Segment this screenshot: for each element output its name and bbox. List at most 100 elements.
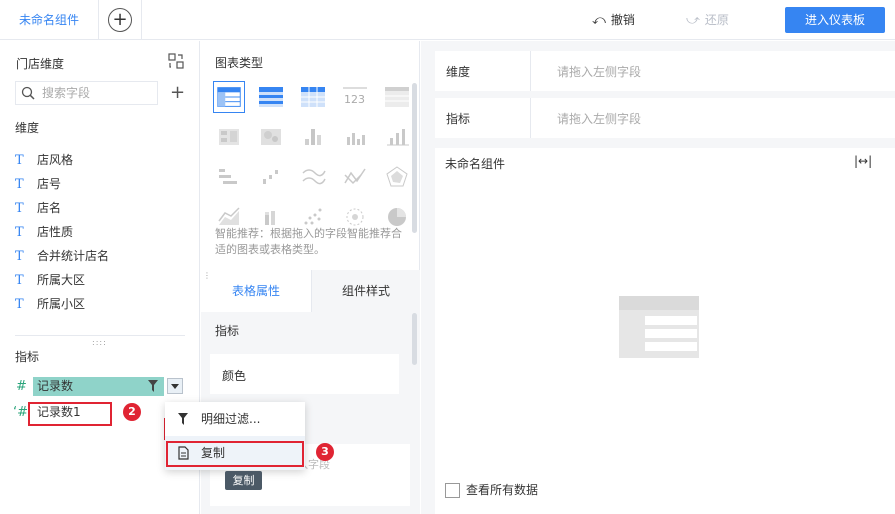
component-canvas: 未命名组件 |↔| 查看所有数据 — [435, 148, 895, 514]
measure-label: 记录数 — [37, 379, 74, 393]
chart-type-group-table-icon[interactable] — [255, 81, 287, 113]
chart-type-polyline-icon[interactable] — [339, 161, 371, 193]
caret-down-icon — [171, 384, 179, 389]
menu-item-detail-filter[interactable]: 明细过滤... — [165, 402, 305, 436]
add-field-button[interactable]: + — [170, 84, 185, 102]
dimension-row-label: 维度 — [446, 65, 471, 79]
dimension-item[interactable]: T 店名 — [15, 196, 185, 220]
chart-type-dot-bar-icon[interactable] — [255, 161, 287, 193]
svg-text:123: 123 — [344, 93, 365, 106]
property-tabs: 表格属性 组件样式 — [201, 270, 420, 312]
redo-icon: ⤻ — [686, 13, 700, 28]
chart-type-heatmap-icon[interactable] — [255, 121, 287, 153]
filter-icon — [178, 413, 188, 425]
dimension-item[interactable]: T 店风格 — [15, 148, 185, 172]
chart-type-range-bar-icon[interactable] — [213, 161, 245, 193]
add-tab-button[interactable]: + — [108, 8, 132, 32]
dimension-label: 店风格 — [37, 153, 74, 167]
step-badge-2: 2 — [123, 403, 141, 421]
dataset-title: 门店维度 — [16, 57, 65, 71]
app-root: 未命名组件 + ⤺ 撤销 ⤻ 还原 进入仪表板 门店维度 + 维度 T 店风格 — [0, 0, 895, 514]
expand-width-icon[interactable]: |↔| — [854, 154, 872, 168]
drag-grip-icon[interactable]: ⋮ — [203, 271, 211, 280]
search-input[interactable] — [42, 84, 152, 102]
search-icon — [21, 86, 35, 100]
component-title: 未命名组件 — [445, 157, 506, 171]
dimension-item[interactable]: T 所属小区 — [15, 292, 185, 316]
view-all-label: 查看所有数据 — [466, 483, 539, 497]
redo-button[interactable]: ⤻ 还原 — [686, 11, 729, 28]
enter-dashboard-button[interactable]: 进入仪表板 — [785, 7, 885, 33]
measure-placeholder: 请拖入左侧字段 — [557, 112, 642, 126]
dimension-drop-row[interactable]: 维度 请拖入左侧字段 — [435, 51, 895, 91]
chart-type-line-icon[interactable] — [297, 161, 329, 193]
text-type-icon: T — [15, 273, 24, 288]
empty-table-placeholder-icon — [619, 296, 699, 358]
text-type-icon: T — [15, 249, 24, 264]
property-measure-label: 指标 — [215, 324, 240, 338]
dimension-placeholder: 请拖入左侧字段 — [557, 65, 642, 79]
measure-item-record-count[interactable]: 记录数 — [33, 377, 164, 396]
dimension-item[interactable]: T 店性质 — [15, 220, 185, 244]
tab-divider — [141, 0, 142, 40]
measure-drop-row[interactable]: 指标 请拖入左侧字段 — [435, 98, 895, 138]
filter-icon[interactable] — [148, 380, 158, 392]
text-type-icon: T — [15, 201, 24, 216]
text-type-icon: T — [15, 177, 24, 192]
property-scrollbar[interactable] — [412, 313, 417, 365]
switch-dataset-icon[interactable] — [168, 53, 184, 69]
chart-type-title: 图表类型 — [215, 56, 264, 70]
measure-row-label: 指标 — [446, 112, 471, 126]
step-badge-3: 3 — [316, 443, 334, 461]
chart-type-column-icon[interactable] — [381, 121, 413, 153]
text-type-icon: T — [15, 153, 24, 168]
dimension-label: 店名 — [37, 201, 62, 215]
measure-section-label: 指标 — [15, 350, 40, 364]
chart-type-pivot-icon[interactable] — [213, 121, 245, 153]
row-divider — [530, 98, 531, 138]
undo-label: 撤销 — [610, 13, 635, 27]
panel-splitter[interactable] — [15, 335, 185, 336]
measure-dropdown-button[interactable] — [167, 378, 183, 394]
annotation-highlight-copied-measure — [28, 402, 112, 426]
dimension-label: 所属小区 — [37, 297, 86, 311]
tab-component-style[interactable]: 组件样式 — [311, 270, 420, 312]
number-type-icon: ‘# — [13, 405, 29, 420]
chart-types-scrollbar[interactable] — [412, 83, 417, 233]
dimension-section-label: 维度 — [15, 121, 40, 135]
text-type-icon: T — [15, 297, 24, 312]
chart-type-kpi-icon[interactable]: 123 — [339, 81, 371, 113]
dimension-label: 所属大区 — [37, 273, 86, 287]
annotation-highlight-copy — [166, 441, 304, 467]
view-all-data-toggle[interactable]: 查看所有数据 — [445, 481, 538, 498]
row-divider — [530, 51, 531, 91]
undo-button[interactable]: ⤺ 撤销 — [592, 11, 635, 28]
component-preview-panel: 维度 请拖入左侧字段 指标 请拖入左侧字段 未命名组件 |↔| 查看所有数据 — [421, 41, 895, 514]
drag-grip-icon[interactable]: :::: — [92, 338, 107, 347]
dimension-item[interactable]: T 店号 — [15, 172, 185, 196]
field-search[interactable] — [15, 81, 158, 105]
dimension-item[interactable]: T 所属大区 — [15, 268, 185, 292]
redo-label: 还原 — [704, 13, 729, 27]
dimension-label: 合并统计店名 — [37, 249, 110, 263]
copy-drag-tag: 复制 — [225, 471, 262, 490]
chart-type-detail-table-icon[interactable] — [381, 81, 413, 113]
text-type-icon: T — [15, 225, 24, 240]
dimension-item[interactable]: T 合并统计店名 — [15, 244, 185, 268]
tab-table-properties[interactable]: 表格属性 — [201, 270, 311, 312]
chart-type-grouped-bar-icon[interactable] — [297, 121, 329, 153]
dimension-list: T 店风格 T 店号 T 店名 T 店性质 T 合并统计店名 T 所属大区 T 所属小区 — [15, 148, 185, 316]
dimension-label: 店号 — [37, 177, 62, 191]
chart-type-radar-icon[interactable] — [381, 161, 413, 193]
tab-unnamed-component[interactable]: 未命名组件 — [0, 0, 99, 40]
undo-icon: ⤺ — [592, 13, 606, 28]
chart-type-bar-icon[interactable] — [339, 121, 371, 153]
view-all-checkbox[interactable] — [445, 483, 460, 498]
number-type-icon: # — [16, 379, 27, 394]
menu-item-label: 明细过滤... — [201, 412, 261, 426]
top-bar: 未命名组件 + ⤺ 撤销 ⤻ 还原 进入仪表板 — [0, 0, 895, 40]
chart-type-table-icon[interactable] — [213, 81, 245, 113]
chart-type-cross-table-icon[interactable] — [297, 81, 329, 113]
color-property[interactable]: 颜色 — [210, 354, 399, 394]
smart-recommendation-tip: 智能推荐：根据拖入的字段智能推荐合适的图表或表格类型。 — [215, 227, 402, 256]
